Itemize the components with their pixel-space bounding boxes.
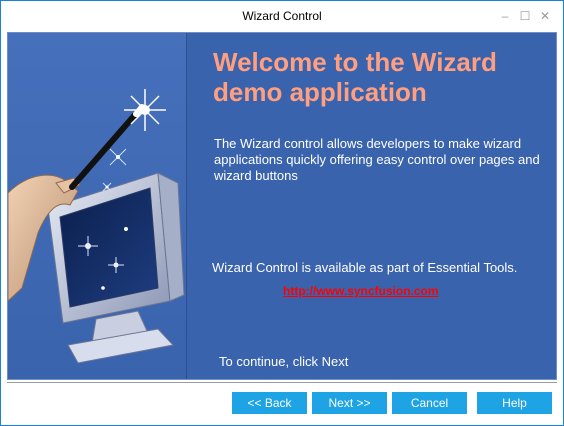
continue-instruction: To continue, click Next xyxy=(219,354,349,369)
next-button[interactable]: Next >> xyxy=(312,392,387,414)
magic-wand-monitor-illustration xyxy=(8,33,186,379)
availability-text: Wizard Control is available as part of E… xyxy=(212,260,518,275)
syncfusion-link[interactable]: http://www.syncfusion.com xyxy=(283,284,439,298)
back-button[interactable]: << Back xyxy=(232,392,307,414)
footer-divider xyxy=(7,382,557,384)
page-description: The Wizard control allows developers to … xyxy=(214,136,540,183)
illustration-panel xyxy=(8,33,187,379)
title-bar[interactable]: Wizard Control ‒ ☐ ✕ xyxy=(1,1,563,31)
minimize-button[interactable]: ‒ xyxy=(496,7,514,25)
wizard-welcome-page: Welcome to the Wizard demo application T… xyxy=(7,32,557,380)
help-button[interactable]: Help xyxy=(477,392,552,414)
cancel-button[interactable]: Cancel xyxy=(392,392,467,414)
wizard-window: Wizard Control ‒ ☐ ✕ Welcome to the Wiza… xyxy=(0,0,564,426)
window-title: Wizard Control xyxy=(242,9,322,23)
close-button[interactable]: ✕ xyxy=(536,7,554,25)
maximize-button[interactable]: ☐ xyxy=(516,7,534,25)
page-heading: Welcome to the Wizard demo application xyxy=(213,47,497,107)
